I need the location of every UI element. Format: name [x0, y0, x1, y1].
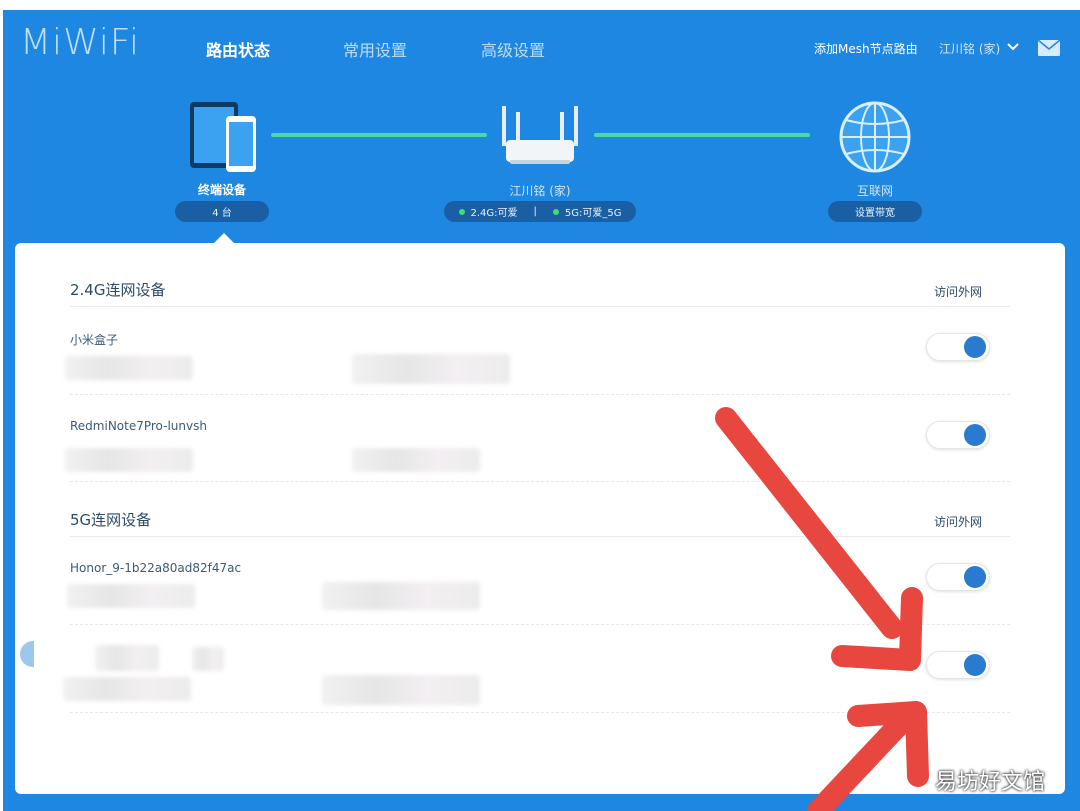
divider: [70, 481, 1010, 482]
wifi-24-status-dot: [458, 208, 465, 215]
internet-access-header-5g: 访问外网: [934, 515, 983, 529]
device-name: Honor_9-1b22a80ad82f47ac: [70, 561, 242, 575]
wifi-24-label: 2.4G:可爱: [470, 208, 518, 219]
internet-label: 互联网: [856, 184, 893, 198]
add-mesh-node-link[interactable]: 添加Mesh节点路由: [814, 40, 918, 57]
watermark: 易坊好文馆: [935, 770, 1046, 795]
devices-icon[interactable]: [188, 100, 258, 175]
globe-icon[interactable]: [838, 100, 912, 174]
user-menu[interactable]: 江川铭 (家): [939, 40, 1000, 57]
chevron-down-icon[interactable]: [1006, 40, 1020, 54]
section-title-5g: 5G连网设备: [70, 511, 152, 529]
redacted-info: [192, 647, 224, 671]
toggle-knob: [964, 654, 986, 676]
devices-label: 终端设备: [197, 183, 246, 197]
divider: [70, 394, 1010, 395]
internet-access-toggle[interactable]: [926, 421, 990, 449]
router-name: 江川铭 (家): [509, 184, 571, 198]
wifi-status-pill[interactable]: 2.4G:可爱 | 5G:可爱_5G: [444, 201, 636, 222]
toggle-knob: [964, 566, 986, 588]
device-name: 小米盒子: [70, 333, 119, 347]
separator: |: [533, 206, 537, 217]
router-icon[interactable]: [498, 104, 582, 166]
nav-advanced-settings[interactable]: 高级设置: [481, 37, 545, 61]
wifi-5-label: 5G:可爱_5G: [564, 208, 622, 219]
nav-router-status[interactable]: 路由状态: [206, 37, 270, 61]
miwifi-logo[interactable]: MiWiFi: [20, 22, 140, 63]
redacted-info: [63, 677, 191, 701]
redacted-info: [322, 582, 480, 610]
redacted-info: [65, 356, 193, 380]
redacted-info: [95, 645, 159, 671]
devices-count: 4 台: [212, 208, 232, 219]
section-title-24g: 2.4G连网设备: [70, 281, 166, 299]
internet-access-header-24g: 访问外网: [934, 285, 983, 299]
link-devices-router: [271, 133, 487, 137]
link-router-internet: [594, 133, 810, 137]
set-bandwidth-button[interactable]: 设置带宽: [828, 201, 922, 222]
redacted-info: [67, 584, 195, 608]
divider: [70, 536, 1010, 537]
divider: [70, 306, 1010, 307]
device-name: RedmiNote7Pro-lunvsh: [70, 419, 207, 433]
internet-access-toggle[interactable]: [926, 651, 990, 679]
toggle-knob: [964, 424, 986, 446]
internet-access-toggle[interactable]: [926, 333, 990, 361]
device-list-panel: 2.4G连网设备 访问外网 小米盒子 RedmiNote7Pro-lunvsh …: [15, 243, 1065, 794]
divider: [70, 624, 1010, 625]
redacted-info: [322, 675, 480, 705]
nav-common-settings[interactable]: 常用设置: [343, 37, 407, 61]
internet-access-toggle[interactable]: [926, 563, 990, 591]
set-bandwidth-label: 设置带宽: [855, 208, 895, 219]
mail-icon[interactable]: [1038, 40, 1060, 56]
devices-count-badge[interactable]: 4 台: [175, 201, 269, 222]
screenshot-left-edge: [0, 0, 3, 811]
wifi-5-status-dot: [552, 208, 559, 215]
redacted-info: [65, 448, 193, 472]
toggle-knob: [964, 336, 986, 358]
redacted-info: [352, 354, 510, 384]
redacted-info: [352, 448, 480, 472]
divider: [70, 712, 1010, 713]
screenshot-top-edge: [0, 0, 1080, 10]
